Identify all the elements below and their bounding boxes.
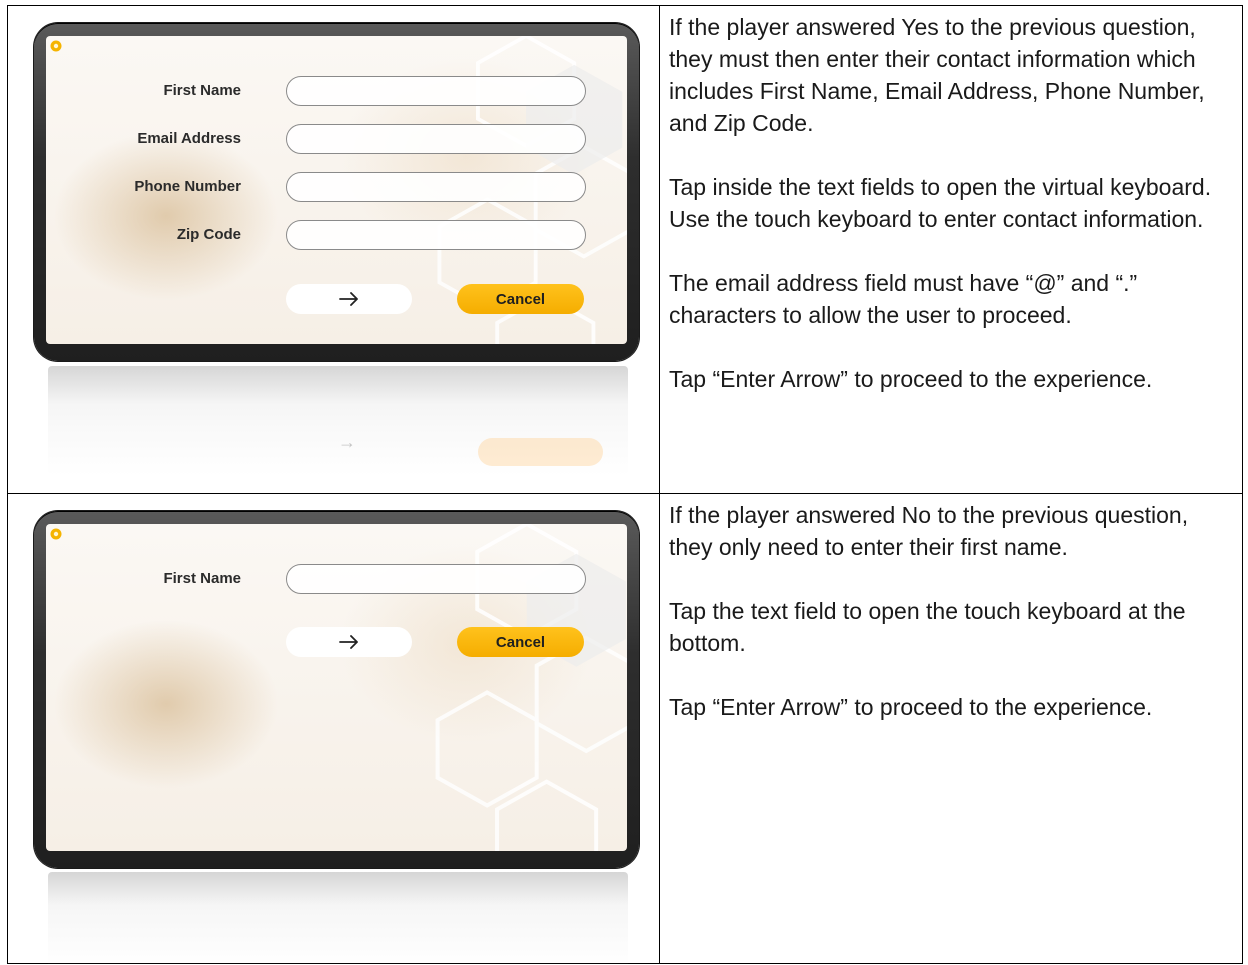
phone-number-input[interactable]: [286, 172, 586, 202]
enter-arrow-button[interactable]: [286, 627, 412, 657]
row2-text-cell: If the player answered No to the previou…: [669, 499, 1229, 959]
email-address-input[interactable]: [286, 124, 586, 154]
tablet-reflection: [48, 872, 628, 965]
label-email-address: Email Address: [137, 130, 241, 147]
row1-paragraph-2: Tap inside the text fields to open the v…: [669, 174, 1218, 232]
row2-paragraph-2: Tap the text field to open the touch key…: [669, 598, 1192, 656]
zip-code-input[interactable]: [286, 220, 586, 250]
row1-text-cell: If the player answered Yes to the previo…: [669, 11, 1229, 491]
arrow-right-icon: [339, 292, 358, 306]
tablet-screen: First Name Cancel: [46, 524, 627, 851]
row1-paragraph-3: The email address field must have “@” an…: [669, 270, 1144, 328]
row2-paragraph-3: Tap “Enter Arrow” to proceed to the expe…: [669, 694, 1153, 720]
reflection-arrow-icon: →: [338, 432, 356, 452]
label-phone-number: Phone Number: [134, 178, 241, 195]
gear-icon[interactable]: [49, 527, 63, 541]
label-zip-code: Zip Code: [176, 226, 241, 243]
row2-image-cell: First Name Cancel: [8, 494, 659, 965]
tablet-reflection: →: [48, 366, 628, 476]
row1-paragraph-4: Tap “Enter Arrow” to proceed to the expe…: [669, 366, 1153, 392]
arrow-right-icon: [339, 635, 358, 649]
row1-paragraph-1: If the player answered Yes to the previo…: [669, 14, 1212, 136]
row1-image-cell: First Name Email Address Phone Number Zi…: [8, 6, 659, 493]
column-divider: [659, 6, 660, 963]
cancel-button[interactable]: Cancel: [457, 627, 584, 657]
gear-icon[interactable]: [49, 39, 63, 53]
tablet-screen: First Name Email Address Phone Number Zi…: [46, 36, 627, 344]
first-name-input[interactable]: [286, 76, 586, 106]
first-name-input[interactable]: [286, 564, 586, 594]
tablet-mockup: First Name Email Address Phone Number Zi…: [34, 23, 639, 361]
reflection-cancel: [478, 438, 603, 466]
row2-paragraph-1: If the player answered No to the previou…: [669, 502, 1195, 560]
tablet-mockup: First Name Cancel: [34, 511, 639, 868]
label-first-name: First Name: [163, 82, 241, 99]
enter-arrow-button[interactable]: [286, 284, 412, 314]
instruction-table: First Name Email Address Phone Number Zi…: [7, 5, 1243, 965]
label-first-name: First Name: [163, 570, 241, 587]
cancel-button[interactable]: Cancel: [457, 284, 584, 314]
